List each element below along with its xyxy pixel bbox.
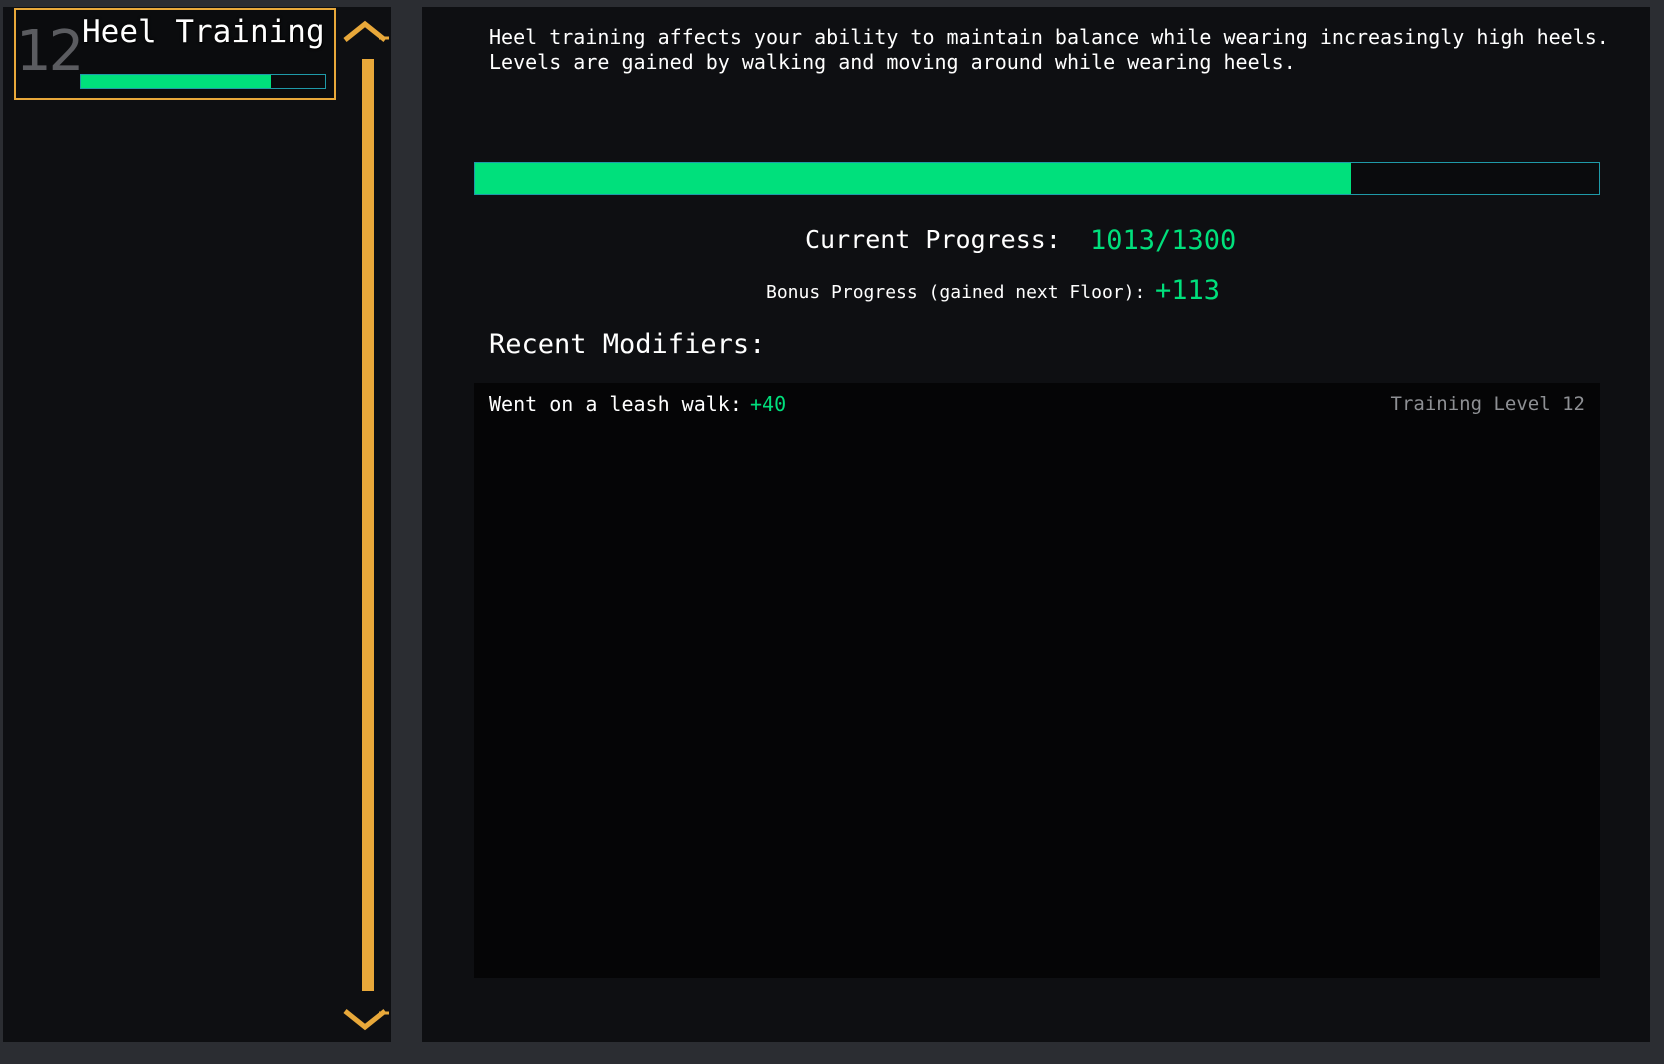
skill-name: Heel Training: [82, 14, 325, 50]
bonus-progress-label: Bonus Progress (gained next Floor):: [766, 282, 1146, 303]
recent-modifiers-title: Recent Modifiers:: [489, 329, 766, 360]
modifier-value: +40: [750, 392, 787, 416]
bonus-progress-value: +113: [1155, 275, 1221, 306]
skill-level-number: 12: [16, 19, 84, 84]
modifier-source: Training Level 12: [1390, 393, 1585, 415]
list-item: Went on a leash walk: +40 Training Level…: [489, 391, 1585, 417]
skill-item-heel-training[interactable]: 12 Heel Training: [14, 8, 336, 100]
skill-progress-bar: [80, 74, 326, 89]
skill-progress-fill: [81, 75, 272, 88]
main-progress-bar: [474, 162, 1600, 195]
skill-description: Heel training affects your ability to ma…: [489, 25, 1609, 74]
main-progress-fill: [475, 163, 1351, 194]
modifiers-list: Went on a leash walk: +40 Training Level…: [474, 383, 1600, 978]
modifier-label: Went on a leash walk:: [489, 392, 742, 416]
chevron-down-icon[interactable]: [341, 1007, 393, 1033]
current-progress-value: 1013/1300: [1090, 225, 1237, 256]
chevron-up-icon[interactable]: [341, 18, 393, 44]
scrollbar-track[interactable]: [362, 59, 374, 991]
skill-list-panel: 12 Heel Training: [3, 7, 391, 1042]
current-progress-label: Current Progress:: [805, 225, 1061, 254]
skill-detail-panel: Heel training affects your ability to ma…: [422, 7, 1650, 1042]
current-progress-row: Current Progress: 1013/1300: [422, 221, 1650, 261]
